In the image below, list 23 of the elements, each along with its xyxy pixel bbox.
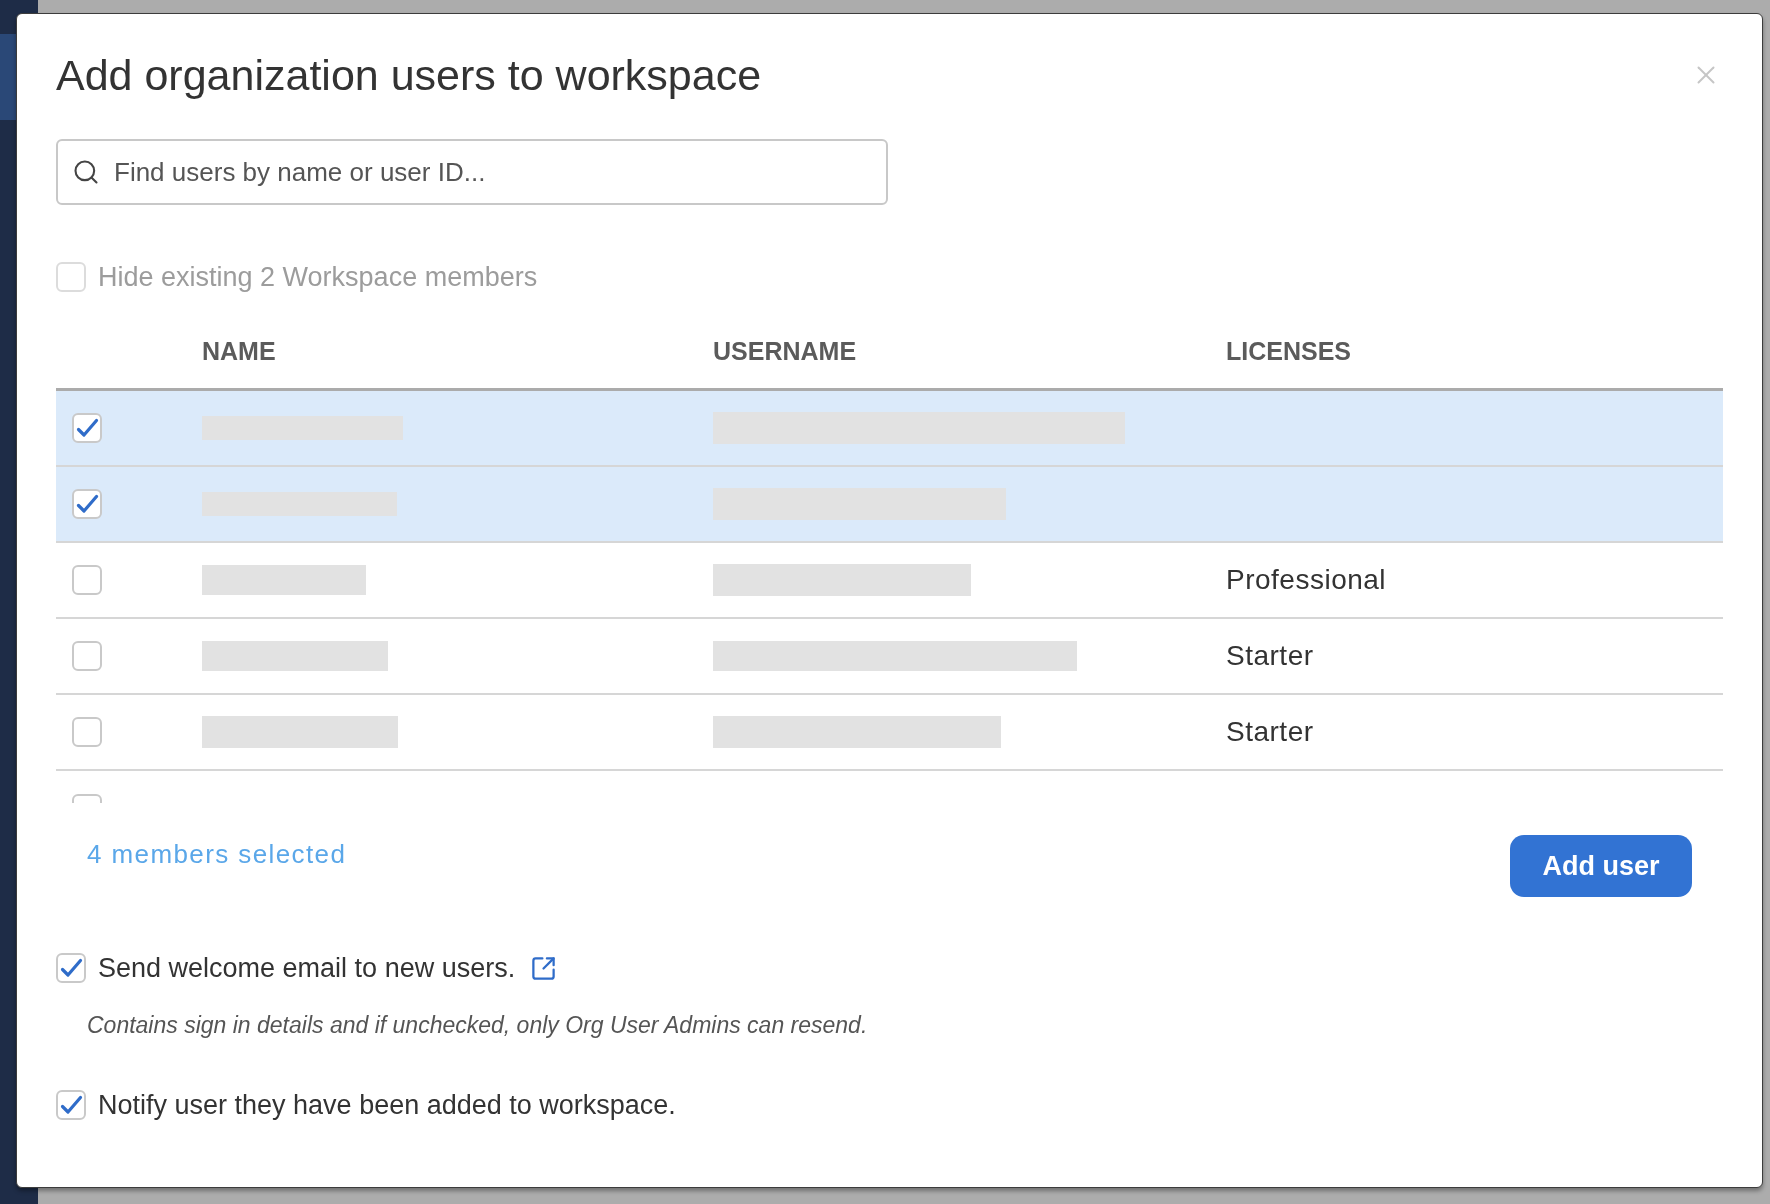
checkbox[interactable] <box>72 489 102 519</box>
option-label: Notify user they have been added to workspace. <box>98 1089 676 1121</box>
checkbox[interactable] <box>72 717 102 747</box>
external-link-icon[interactable] <box>530 954 558 982</box>
dialog-title: Add organization users to workspace <box>56 51 762 99</box>
option-label: Send welcome email to new users. <box>98 952 516 984</box>
table-cell: Starter <box>1226 640 1314 672</box>
checkbox[interactable] <box>56 1090 86 1120</box>
add-user-button[interactable]: Add user <box>1510 835 1692 897</box>
column-header: NAME <box>202 336 276 365</box>
hint-text: Contains sign in details and if unchecked, only Org User Admins can resend. <box>87 1011 868 1039</box>
checkbox-label: Hide existing 2 Workspace members <box>98 262 538 292</box>
checkbox[interactable] <box>72 413 102 443</box>
checkbox[interactable] <box>72 565 102 595</box>
table-cell: Professional <box>1226 564 1387 596</box>
column-header: USERNAME <box>713 336 857 365</box>
search-icon <box>72 158 100 186</box>
checkbox[interactable] <box>56 953 86 983</box>
search-field[interactable]: Find users by name or user ID... <box>56 139 888 205</box>
checkbox[interactable] <box>72 641 102 671</box>
checkbox[interactable] <box>72 794 102 803</box>
column-header: LICENSES <box>1226 336 1352 365</box>
table-cell: Starter <box>1226 716 1314 748</box>
